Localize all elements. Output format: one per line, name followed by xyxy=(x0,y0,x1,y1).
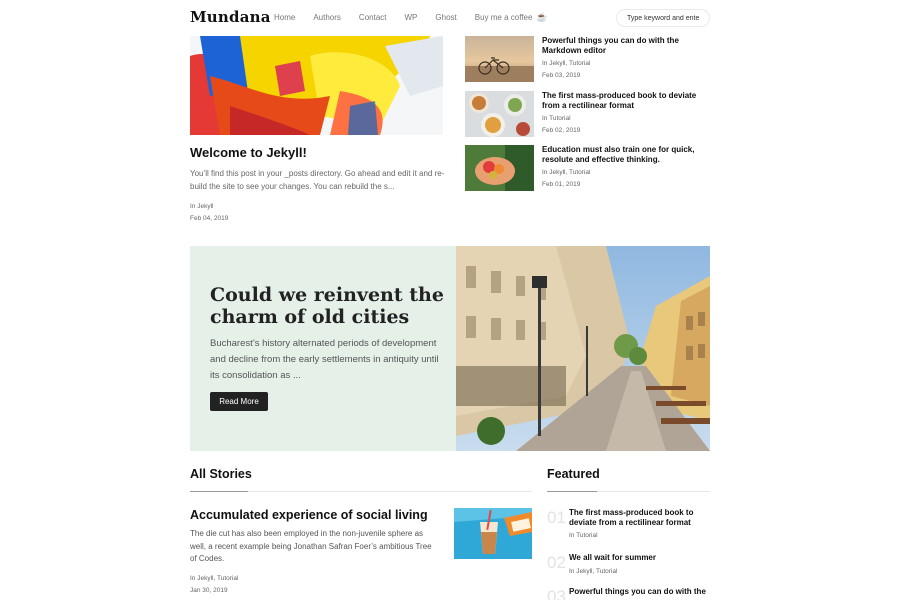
featured-title[interactable]: Powerful things you can do with the xyxy=(569,587,710,597)
banner-title[interactable]: Could we reinvent the charm of old citie… xyxy=(210,284,450,328)
hero-post-image[interactable] xyxy=(190,36,443,135)
side-post-thumbnail[interactable] xyxy=(465,145,534,191)
abstract-painting-image xyxy=(190,36,443,135)
search-input[interactable] xyxy=(616,9,710,27)
side-post-thumbnail[interactable] xyxy=(465,91,534,137)
side-post: Education must also train one for quick,… xyxy=(465,145,710,191)
section-underline xyxy=(547,491,597,492)
side-post-thumbnail[interactable] xyxy=(465,36,534,82)
side-post-date: Feb 03, 2019 xyxy=(542,72,581,79)
all-stories-heading: All Stories xyxy=(190,467,252,481)
coffee-cup-icon: ☕ xyxy=(536,12,548,22)
hands-fruit-image xyxy=(465,145,534,191)
brand-logo[interactable]: Mundana xyxy=(190,8,271,26)
side-post-title[interactable]: The first mass-produced book to deviate … xyxy=(542,91,710,110)
featured-heading: Featured xyxy=(547,467,600,481)
nav-link-home[interactable]: Home xyxy=(274,13,295,22)
banner-image[interactable] xyxy=(456,246,710,451)
featured-banner: Could we reinvent the charm of old citie… xyxy=(190,246,710,451)
side-post-category[interactable]: In Jekyll, Tutorial xyxy=(542,169,590,176)
side-post: Powerful things you can do with the Mark… xyxy=(465,36,710,82)
side-post-date: Feb 02, 2019 xyxy=(542,127,581,134)
side-post: The first mass-produced book to deviate … xyxy=(465,91,710,137)
food-bowls-image xyxy=(465,91,534,137)
story-title[interactable]: Accumulated experience of social living xyxy=(190,508,428,522)
story-thumbnail[interactable] xyxy=(454,508,532,559)
hero-post-date: Feb 04, 2019 xyxy=(190,215,229,222)
story-date: Jan 30, 2019 xyxy=(190,587,228,594)
featured-number: 01 xyxy=(547,508,566,527)
side-post-category[interactable]: In Jekyll, Tutorial xyxy=(542,60,590,67)
hero-post-excerpt: You’ll find this post in your _posts dir… xyxy=(190,169,445,191)
side-post-title[interactable]: Education must also train one for quick,… xyxy=(542,145,710,164)
featured-category[interactable]: In Tutorial xyxy=(569,532,598,539)
featured-number: 03 xyxy=(547,587,566,600)
side-post-date: Feb 01, 2019 xyxy=(542,181,581,188)
story-category[interactable]: In Jekyll, Tutorial xyxy=(190,575,238,582)
nav-links: Home Authors Contact WP Ghost Buy me a c… xyxy=(274,12,566,23)
old-city-street-image xyxy=(456,246,710,451)
featured-number: 02 xyxy=(547,553,566,572)
section-underline xyxy=(190,491,248,492)
hero-post-category[interactable]: In Jekyll xyxy=(190,203,213,210)
iced-coffee-image xyxy=(454,508,532,559)
banner-text: Bucharest’s history alternated periods o… xyxy=(210,338,439,381)
bicycle-sunset-image xyxy=(465,36,534,82)
side-post-title[interactable]: Powerful things you can do with the Mark… xyxy=(542,36,710,55)
hero-post-title[interactable]: Welcome to Jekyll! xyxy=(190,145,307,160)
featured-title[interactable]: We all wait for summer xyxy=(569,553,710,563)
nav-link-contact[interactable]: Contact xyxy=(359,13,387,22)
story-excerpt: The die cut has also been employed in th… xyxy=(190,529,432,564)
navbar: Mundana Home Authors Contact WP Ghost Bu… xyxy=(0,0,900,36)
nav-link-wp[interactable]: WP xyxy=(405,13,418,22)
nav-link-ghost[interactable]: Ghost xyxy=(435,13,456,22)
side-post-category[interactable]: In Tutorial xyxy=(542,115,571,122)
featured-title[interactable]: The first mass-produced book to deviate … xyxy=(569,508,710,527)
read-more-button[interactable]: Read More xyxy=(210,392,268,411)
nav-link-authors[interactable]: Authors xyxy=(313,13,341,22)
nav-link-coffee[interactable]: Buy me a coffee ☕ xyxy=(475,12,548,23)
coffee-label: Buy me a coffee xyxy=(474,13,533,22)
featured-category[interactable]: In Jekyll, Tutorial xyxy=(569,568,617,575)
